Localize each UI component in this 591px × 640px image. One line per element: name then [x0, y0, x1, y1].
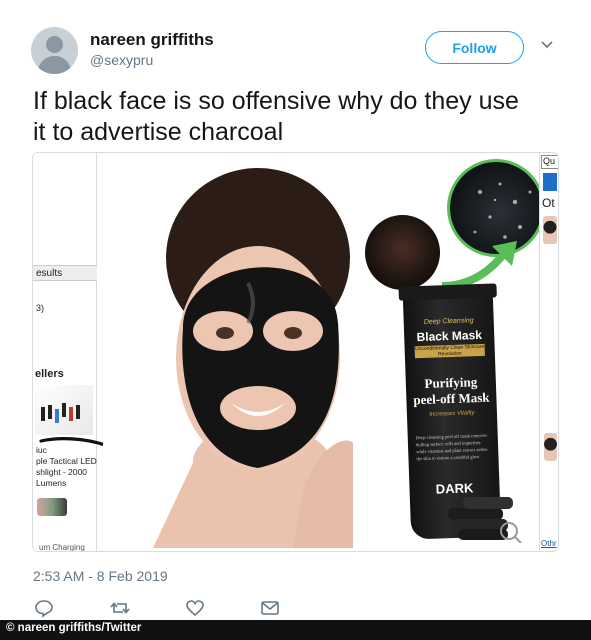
author-handle[interactable]: @sexypru [90, 52, 153, 68]
charcoal-sticks-image [448, 497, 522, 543]
tube-tagline: Deep Cleansing [423, 317, 474, 326]
right-strip-input: Qu [541, 155, 558, 169]
results-label: esults [33, 265, 97, 281]
before-closeup-circle [365, 215, 440, 290]
charging-label: um Charging [39, 543, 85, 552]
annotation-scribble [39, 437, 107, 447]
tweet-media-image[interactable]: esults 3) ellers iuc ple Tactical LED sh… [32, 152, 559, 552]
product-photo: Deep Cleansing Black Mask Unconditionall… [103, 153, 545, 551]
tweet-text-line-1: If black face is so offensive why do the… [33, 87, 519, 115]
author-name[interactable]: nareen griffiths [90, 30, 214, 50]
left-shopping-strip: esults 3) ellers iuc ple Tactical LED sh… [33, 153, 97, 552]
tube-badge: Unconditionally Clean Skincare Revolutio… [414, 343, 485, 359]
tweet-timestamp[interactable]: 2:53 AM - 8 Feb 2019 [33, 568, 168, 584]
results-count: 3) [36, 303, 45, 313]
flashlight-thumbnail [35, 385, 93, 435]
product-line-2: shlight - 2000 [36, 467, 88, 477]
tube-subtitle: Increases Vitality [429, 410, 475, 418]
like-icon[interactable] [185, 598, 205, 618]
tube-cap [398, 283, 497, 301]
green-arrow-icon [441, 241, 517, 290]
tweet-actions [30, 598, 310, 618]
avatar-head-shape [46, 36, 63, 53]
avatar-body-shape [38, 56, 71, 74]
right-strip-thumbnail-1 [543, 216, 557, 244]
reply-icon[interactable] [34, 598, 54, 618]
right-strip-blue-icon [543, 173, 557, 191]
message-icon[interactable] [260, 598, 280, 618]
follow-button[interactable]: Follow [425, 31, 524, 64]
right-strip-heading: Ot [542, 196, 555, 210]
retweet-icon[interactable] [110, 598, 130, 618]
tube-name: Black Mask [416, 327, 483, 345]
tube-title-line-2: peel-off Mask [413, 389, 490, 408]
avatar[interactable] [31, 27, 78, 74]
right-strip-thumbnail-2 [544, 433, 557, 461]
sellers-heading: ellers [35, 368, 64, 380]
image-credit: © nareen griffiths/Twitter [6, 622, 142, 634]
product-listing-text: iuc ple Tactical LED shlight - 2000 Lume… [33, 445, 97, 489]
tube-description: Deep cleansing peel off mask removes dul… [415, 432, 488, 462]
tweet-text-line-2: it to advertise charcoal [33, 118, 284, 146]
product-thumbnail [37, 498, 67, 516]
image-credit-bar: © nareen griffiths/Twitter [0, 620, 591, 640]
chevron-down-icon[interactable] [540, 38, 554, 52]
right-shopping-strip: Qu Ot Othr [539, 153, 558, 551]
tube-title: Purifying peel-off Mask [406, 373, 497, 408]
product-line-3: Lumens [36, 478, 67, 488]
product-line-1: ple Tactical LED [36, 456, 97, 466]
tweet-text: If black face is so offensive why do the… [33, 86, 553, 148]
right-strip-link: Othr [541, 539, 557, 548]
woman-face-illustration [153, 168, 353, 548]
